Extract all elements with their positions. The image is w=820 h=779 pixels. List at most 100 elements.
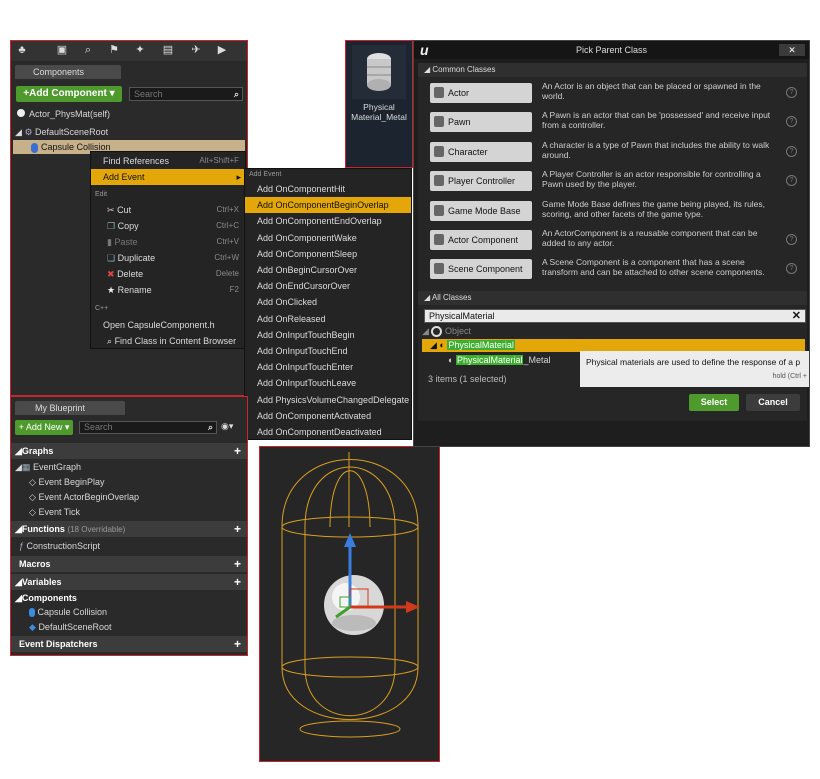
variable-capsule[interactable]: Capsule Collision xyxy=(11,604,247,620)
macros-section[interactable]: Macros + xyxy=(11,556,247,572)
help-icon[interactable]: ? xyxy=(786,175,797,187)
cut-label: Cut xyxy=(117,205,132,215)
help-icon[interactable]: ? xyxy=(786,145,797,157)
help-icon[interactable]: ? xyxy=(786,87,797,98)
graphs-section[interactable]: ◢Graphs + xyxy=(11,443,247,459)
menu-delete[interactable]: ✖ Delete Delete xyxy=(91,266,245,282)
hierarchy-icon[interactable]: ⚑ xyxy=(107,43,121,57)
event-item[interactable]: Add OnComponentSleep xyxy=(245,246,411,262)
menu-paste[interactable]: ▮ Paste Ctrl+V xyxy=(91,234,245,250)
my-blueprint-tab[interactable]: My Blueprint xyxy=(15,401,125,415)
event-item[interactable]: Add OnInputTouchEnd xyxy=(245,343,411,359)
class-button[interactable]: Character xyxy=(430,141,532,162)
event-item[interactable]: Add OnInputTouchBegin xyxy=(245,327,411,343)
component-root-item[interactable]: ◢ ⚙ DefaultSceneRoot xyxy=(11,124,247,140)
event-item-label: Add OnComponentActivated xyxy=(257,410,372,421)
simulate-icon[interactable]: ✈ xyxy=(189,43,203,57)
tree-metal-label-b: _Metal xyxy=(523,355,551,365)
add-macro-icon[interactable]: + xyxy=(234,556,241,572)
clear-search-icon[interactable]: ✕ xyxy=(792,310,801,322)
class-button[interactable]: Pawn xyxy=(430,112,532,133)
event-item[interactable]: Add OnInputTouchEnter xyxy=(245,359,411,375)
menu-cut[interactable]: ✂ Cut Ctrl+X xyxy=(91,202,245,218)
event-graph-item[interactable]: ◢▦ EventGraph xyxy=(11,459,247,475)
help-icon[interactable]: ? xyxy=(786,263,797,275)
event-item[interactable]: Add OnComponentBeginOverlap xyxy=(245,197,411,214)
component-self-item[interactable]: Actor_PhysMat(self) xyxy=(11,106,247,122)
save-icon[interactable]: ▣ xyxy=(55,43,69,57)
class-type-icon xyxy=(434,175,444,187)
scene-root-icon: ⚙ xyxy=(24,127,33,137)
physical-material-asset[interactable]: Physical Material_Metal xyxy=(345,40,413,168)
event-item[interactable]: Add OnClicked xyxy=(245,294,411,310)
add-new-button[interactable]: + Add New ▾ xyxy=(15,420,73,435)
view-options-icon[interactable]: ◉▾ xyxy=(221,421,233,432)
my-blueprint-panel: My Blueprint + Add New ▾ Search ⌕ ◉▾ ◢Gr… xyxy=(10,396,248,656)
components-tab[interactable]: Components xyxy=(15,65,121,79)
settings-icon[interactable]: ✦ xyxy=(133,43,147,57)
menu-add-event[interactable]: Add Event ▸ xyxy=(91,169,245,185)
root-item-label: DefaultSceneRoot xyxy=(35,127,109,137)
menu-duplicate[interactable]: ❏ Duplicate Ctrl+W xyxy=(91,250,245,266)
find-icon[interactable]: ⌕ xyxy=(81,43,95,57)
event-begin-play-item[interactable]: ◇ Event BeginPlay xyxy=(11,474,247,490)
event-item[interactable]: Add OnComponentHit xyxy=(245,181,411,197)
add-dispatcher-icon[interactable]: + xyxy=(234,636,241,652)
functions-section[interactable]: ◢Functions (18 Overridable) + xyxy=(11,521,247,537)
add-graph-icon[interactable]: + xyxy=(234,443,241,459)
event-item-label: Add OnComponentWake xyxy=(257,232,357,243)
event-node-icon: ◇ xyxy=(29,477,36,487)
defaults-icon[interactable]: ▤ xyxy=(161,43,175,57)
class-button[interactable]: Game Mode Base xyxy=(430,200,532,221)
class-button[interactable]: Actor xyxy=(430,83,532,103)
event-item[interactable]: Add OnComponentEndOverlap xyxy=(245,213,411,229)
menu-rename[interactable]: ★ Rename F2 xyxy=(91,282,245,298)
menu-copy[interactable]: ❐ Copy Ctrl+C xyxy=(91,218,245,234)
event-item[interactable]: Add OnComponentActivated xyxy=(245,408,411,424)
cancel-button[interactable]: Cancel xyxy=(746,394,800,411)
event-tick-item[interactable]: ◇ Event Tick xyxy=(11,504,247,520)
menu-find-references[interactable]: Find References Alt+Shift+F xyxy=(91,153,245,169)
tree-object-item[interactable]: ◢ Object xyxy=(418,324,807,338)
class-description: An Actor is an object that can be placed… xyxy=(542,81,761,101)
class-type-icon xyxy=(434,116,444,128)
delete-shortcut: Delete xyxy=(215,269,239,278)
event-actor-overlap-item[interactable]: ◇ Event ActorBeginOverlap xyxy=(11,489,247,505)
help-icon[interactable]: ? xyxy=(786,116,797,128)
event-dispatchers-section[interactable]: Event Dispatchers + xyxy=(11,636,247,652)
select-button[interactable]: Select xyxy=(689,394,739,411)
add-component-button[interactable]: +Add Component ▾ xyxy=(16,86,122,102)
event-item[interactable]: Add OnBeginCursorOver xyxy=(245,262,411,278)
menu-find-class[interactable]: ⌕ Find Class in Content Browser xyxy=(91,333,245,349)
variables-section[interactable]: ◢Variables + xyxy=(11,574,247,590)
add-function-icon[interactable]: + xyxy=(234,521,241,537)
play-icon[interactable]: ▶ xyxy=(215,43,229,57)
event-item[interactable]: Add PhysicsVolumeChangedDelegate xyxy=(245,392,411,408)
event-item[interactable]: Add OnComponentWake xyxy=(245,230,411,246)
class-button[interactable]: Scene Component xyxy=(430,259,532,280)
construction-script-item[interactable]: ƒ ConstructionScript xyxy=(11,538,247,554)
blueprint-search-input[interactable]: Search ⌕ xyxy=(79,421,217,434)
add-variable-icon[interactable]: + xyxy=(234,574,241,590)
help-icon[interactable]: ? xyxy=(786,234,797,245)
close-icon[interactable]: ✕ xyxy=(779,44,805,56)
dialog-title: Pick Parent Class xyxy=(575,45,648,55)
event-item[interactable]: Add OnInputTouchLeave xyxy=(245,375,411,391)
pick-parent-class-dialog: u Pick Parent Class ✕ ◢ Common Classes A… xyxy=(413,40,810,447)
event-item[interactable]: Add OnComponentDeactivated xyxy=(245,424,411,440)
class-button[interactable]: Player Controller xyxy=(430,171,532,192)
components-search-input[interactable]: Search ⌕ xyxy=(129,87,243,101)
menu-open-header-file[interactable]: Open CapsuleComponent.h xyxy=(91,317,245,333)
common-classes-area: ◢ Common Classes Actor An Actor is an obj… xyxy=(418,63,807,325)
actor-icon[interactable]: ♣ xyxy=(15,43,29,57)
rename-icon: ★ xyxy=(107,285,116,295)
class-button[interactable]: Actor Component xyxy=(430,230,532,250)
class-description: Game Mode Base defines the game being pl… xyxy=(542,198,766,219)
variable-default-root[interactable]: ◆ DefaultSceneRoot xyxy=(11,619,247,635)
viewport[interactable] xyxy=(259,446,440,762)
tooltip-hint: hold (Ctrl + xyxy=(772,373,807,380)
event-node-icon: ◇ xyxy=(29,507,36,517)
class-search-input[interactable]: PhysicalMaterial ✕ xyxy=(424,309,806,323)
event-item[interactable]: Add OnReleased xyxy=(245,311,411,327)
event-item[interactable]: Add OnEndCursorOver xyxy=(245,278,411,294)
